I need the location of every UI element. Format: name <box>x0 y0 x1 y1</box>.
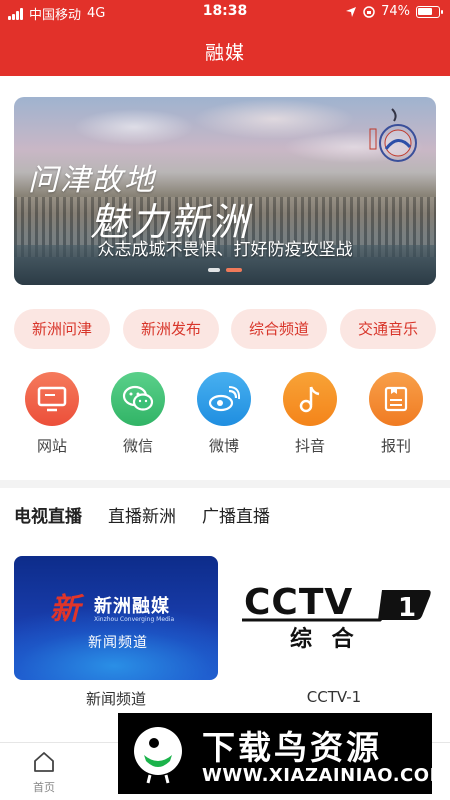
tab-radio-live[interactable]: 广播直播 <box>202 502 270 528</box>
quick-link-label: 抖音 <box>294 437 325 455</box>
carousel-dot[interactable] <box>226 268 242 272</box>
quick-link-label: 报刊 <box>380 437 411 455</box>
nav-home-label: 首页 <box>33 781 55 794</box>
carousel-dot[interactable] <box>208 268 220 272</box>
thumbnail-logo-subtext: Xinzhou Converging Media <box>94 616 175 623</box>
banner-carousel[interactable]: 问津故地 魅力新洲 众志成城不畏惧、打好防疫攻坚战 <box>14 97 436 285</box>
quick-link-label: 微博 <box>208 437 239 455</box>
app-header: 中国移动 4G 18:38 74% 融媒 <box>0 0 450 76</box>
page-title: 融媒 <box>204 42 245 64</box>
section-divider <box>0 480 450 488</box>
cctv1-thumbnail: CCTV 1 综 合 <box>232 556 436 680</box>
quick-link-douyin[interactable]: 抖音 <box>270 372 350 456</box>
quick-link-website[interactable]: 网站 <box>12 372 92 456</box>
status-right: 74% <box>345 4 443 19</box>
home-icon <box>34 752 54 772</box>
newspaper-icon <box>369 372 423 426</box>
live-card-news[interactable]: 新 新洲融媒 Xinzhou Converging Media 新闻频道 新闻频… <box>14 556 218 709</box>
quick-link-row: 网站 微信 微博 抖音 报刊 <box>0 372 450 462</box>
orientation-lock-icon <box>363 5 375 18</box>
banner-seal-logo <box>369 108 417 162</box>
quick-link-label: 网站 <box>36 437 67 455</box>
cctv-channel-number: 1 <box>398 593 416 623</box>
banner-caption: 众志成城不畏惧、打好防疫攻坚战 <box>97 240 353 260</box>
channel-pill-row: 新洲问津 新洲发布 综合频道 交通音乐 <box>14 309 436 349</box>
battery-fill <box>418 7 432 15</box>
nav-home[interactable]: 首页 <box>16 751 72 795</box>
pill-xinzhou-wenjin[interactable]: 新洲问津 <box>14 309 110 349</box>
battery-icon <box>416 5 443 18</box>
status-bar: 中国移动 4G 18:38 74% <box>0 0 450 26</box>
cctv1-logo: CCTV 1 综 合 <box>242 582 431 652</box>
tab-live-xinzhou[interactable]: 直播新洲 <box>108 502 176 528</box>
pill-xinzhou-release[interactable]: 新洲发布 <box>123 309 219 349</box>
monitor-icon <box>25 372 79 426</box>
carousel-indicator <box>14 268 436 272</box>
xinzhou-media-logo: 新 <box>50 592 80 627</box>
watermark-banner: 下载鸟资源 WWW.XIAZAINIAO.COM <box>118 713 447 794</box>
cctv-logo-text: CCTV <box>244 582 353 623</box>
live-card-label: CCTV-1 <box>306 688 362 706</box>
tab-tv-live[interactable]: 电视直播 <box>14 502 82 528</box>
battery-percent: 74% <box>381 4 410 19</box>
live-card-label: 新闻频道 <box>85 690 146 708</box>
pill-traffic-music[interactable]: 交通音乐 <box>340 309 436 349</box>
quick-link-newspaper[interactable]: 报刊 <box>356 372 436 456</box>
watermark-title: 下载鸟资源 <box>202 728 382 767</box>
thumbnail-logo-text: 新洲融媒 <box>94 596 170 617</box>
music-note-icon <box>283 372 337 426</box>
wechat-icon <box>111 372 165 426</box>
quick-link-weibo[interactable]: 微博 <box>184 372 264 456</box>
cctv-logo-subtext: 综 合 <box>290 626 360 652</box>
location-icon <box>346 6 357 17</box>
live-tab-bar: 电视直播 直播新洲 广播直播 <box>14 502 270 528</box>
quick-link-wechat[interactable]: 微信 <box>98 372 178 456</box>
bird-logo-icon <box>134 727 182 784</box>
live-card-cctv1[interactable]: CCTV 1 综 合 CCTV-1 <box>232 556 436 706</box>
thumbnail-channel-name: 新闻频道 <box>88 635 148 651</box>
watermark-url: WWW.XIAZAINIAO.COM <box>202 765 448 786</box>
quick-link-label: 微信 <box>122 437 153 455</box>
news-channel-thumbnail: 新 新洲融媒 Xinzhou Converging Media 新闻频道 <box>14 556 218 680</box>
weibo-icon <box>197 372 251 426</box>
pill-general-channel[interactable]: 综合频道 <box>231 309 327 349</box>
